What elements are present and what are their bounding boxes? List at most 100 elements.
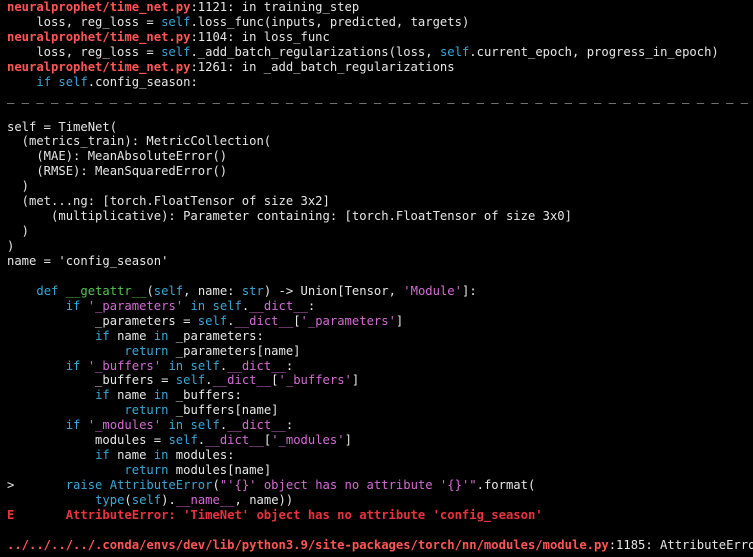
terminal-line: (RMSE): MeanSquaredError() (7, 164, 753, 179)
terminal-text-segment: __dict__ (212, 373, 272, 388)
terminal-text-segment: _buffers: (168, 388, 242, 403)
terminal-line: E AttributeError: 'TimeNet' object has n… (7, 508, 753, 523)
terminal-line: if '_modules' in self.__dict__: (7, 418, 753, 433)
terminal-text-segment: in (168, 358, 184, 373)
terminal-text-segment: str (241, 283, 264, 298)
terminal-output[interactable]: neuralprophet/time_net.py:1121: in train… (0, 0, 753, 557)
terminal-text-segment: def (36, 283, 59, 298)
terminal-line: return _parameters[name] (7, 344, 753, 359)
terminal-text-segment: ._add_batch_regularizations(loss, (190, 44, 440, 59)
terminal-line: ../../../../.conda/envs/dev/lib/python3.… (7, 538, 753, 553)
terminal-line: neuralprophet/time_net.py:1121: in train… (7, 0, 753, 15)
terminal-text-segment: return (124, 403, 169, 418)
terminal-text-segment: self (190, 358, 220, 373)
terminal-text-segment: > (7, 478, 66, 492)
terminal-text-segment: '_buffers' (87, 358, 162, 373)
terminal-text-segment: raise (65, 478, 103, 492)
terminal-line: if name in modules: (7, 448, 753, 463)
terminal-text-segment: neuralprophet/time_net.py (7, 0, 191, 14)
terminal-text-segment: self (161, 44, 191, 59)
terminal-text-segment: : (307, 298, 316, 313)
terminal-text-segment: return (124, 343, 169, 358)
terminal-text-segment: (RMSE): MeanSquaredError() (7, 164, 228, 179)
terminal-line: loss, reg_loss = self.loss_func(inputs, … (7, 15, 753, 30)
terminal-line: _ _ _ _ _ _ _ _ _ _ _ _ _ _ _ _ _ _ _ _ … (7, 90, 753, 105)
terminal-text-segment: __dict__ (249, 298, 308, 313)
terminal-text-segment: (multiplicative): Parameter containing: … (7, 209, 572, 224)
terminal-text-segment: name = 'config_season' (7, 253, 169, 268)
terminal-text-segment: name (109, 328, 154, 343)
terminal-text-segment: :1121: in training_step (190, 0, 360, 14)
terminal-text-segment: ../../../../.conda/envs/dev/lib/python3.… (7, 537, 609, 552)
terminal-line: neuralprophet/time_net.py:1104: in loss_… (7, 30, 753, 45)
terminal-text-segment: ) -> Union[Tensor, (263, 283, 404, 298)
terminal-text-segment: AttributeError (109, 478, 213, 492)
terminal-text-segment: ( (124, 492, 132, 507)
terminal-text-segment: ] (395, 313, 404, 328)
terminal-text-segment: ) (7, 179, 30, 194)
terminal-text-segment: self (131, 492, 162, 507)
terminal-text-segment: self (153, 283, 184, 298)
terminal-line: return modules[name] (7, 463, 753, 478)
terminal-text-segment: (met...ng: [torch.FloatTensor of size 3x… (7, 194, 330, 209)
terminal-text-segment: in (168, 418, 184, 433)
terminal-line: type(self).__name__, name)) (7, 493, 753, 508)
terminal-line: return _buffers[name] (7, 403, 753, 418)
terminal-text-segment: modules: (168, 448, 235, 463)
terminal-text-segment: self (175, 373, 206, 388)
terminal-text-segment: type (95, 492, 125, 507)
terminal-text-segment: ]: (461, 283, 477, 298)
terminal-text-segment: name (109, 388, 154, 403)
terminal-text-segment: if (36, 74, 52, 89)
terminal-text-segment: self (190, 418, 220, 433)
terminal-text-segment: .loss_func(inputs, predicted, targets) (190, 14, 470, 29)
terminal-text-segment: self (58, 74, 88, 89)
terminal-text-segment: loss, reg_loss = (7, 14, 162, 29)
terminal-text-segment: ) (7, 224, 30, 239)
terminal-text-segment: if (95, 448, 110, 463)
terminal-text-segment: , name)) (234, 492, 294, 507)
terminal-text-segment: ( (212, 478, 220, 492)
terminal-line: (met...ng: [torch.FloatTensor of size 3x… (7, 194, 753, 209)
terminal-text-segment: self (439, 44, 470, 59)
terminal-text-segment: '_parameters' (87, 298, 184, 313)
terminal-text-segment: self (161, 14, 191, 29)
terminal-line: if self.config_season: (7, 75, 753, 90)
terminal-text-segment: in (190, 298, 206, 313)
terminal-text-segment: "'{}' object has no attribute '{}'" (219, 478, 477, 492)
terminal-text-segment: name (109, 448, 154, 463)
terminal-text-segment: _ _ _ _ _ _ _ _ _ _ _ _ _ _ _ _ _ _ _ _ … (7, 89, 749, 104)
terminal-line: ) (7, 179, 753, 194)
terminal-text-segment: if (95, 328, 110, 343)
terminal-text-segment: self = TimeNet( (7, 119, 118, 134)
terminal-text-segment: _buffers[name] (168, 403, 279, 418)
terminal-text-segment: [ (293, 313, 301, 328)
terminal-text-segment: _parameters: (168, 328, 264, 343)
terminal-text-segment: (metrics_train): MetricCollection( (7, 134, 272, 149)
terminal-text-segment: .format( (476, 478, 536, 492)
terminal-line: ) (7, 239, 753, 254)
terminal-text-segment: , name: (183, 283, 242, 298)
terminal-text-segment: '_parameters' (300, 313, 396, 328)
terminal-text-segment: self (212, 298, 242, 313)
terminal-line: (multiplicative): Parameter containing: … (7, 209, 753, 224)
terminal-text-segment: :1261: in _add_batch_regularizations (190, 59, 455, 74)
terminal-text-segment: [ (271, 373, 279, 388)
terminal-text-segment: :1185: AttributeError (608, 537, 753, 552)
terminal-line: if '_parameters' in self.__dict__: (7, 299, 753, 314)
terminal-text-segment: loss, reg_loss = (7, 44, 162, 59)
